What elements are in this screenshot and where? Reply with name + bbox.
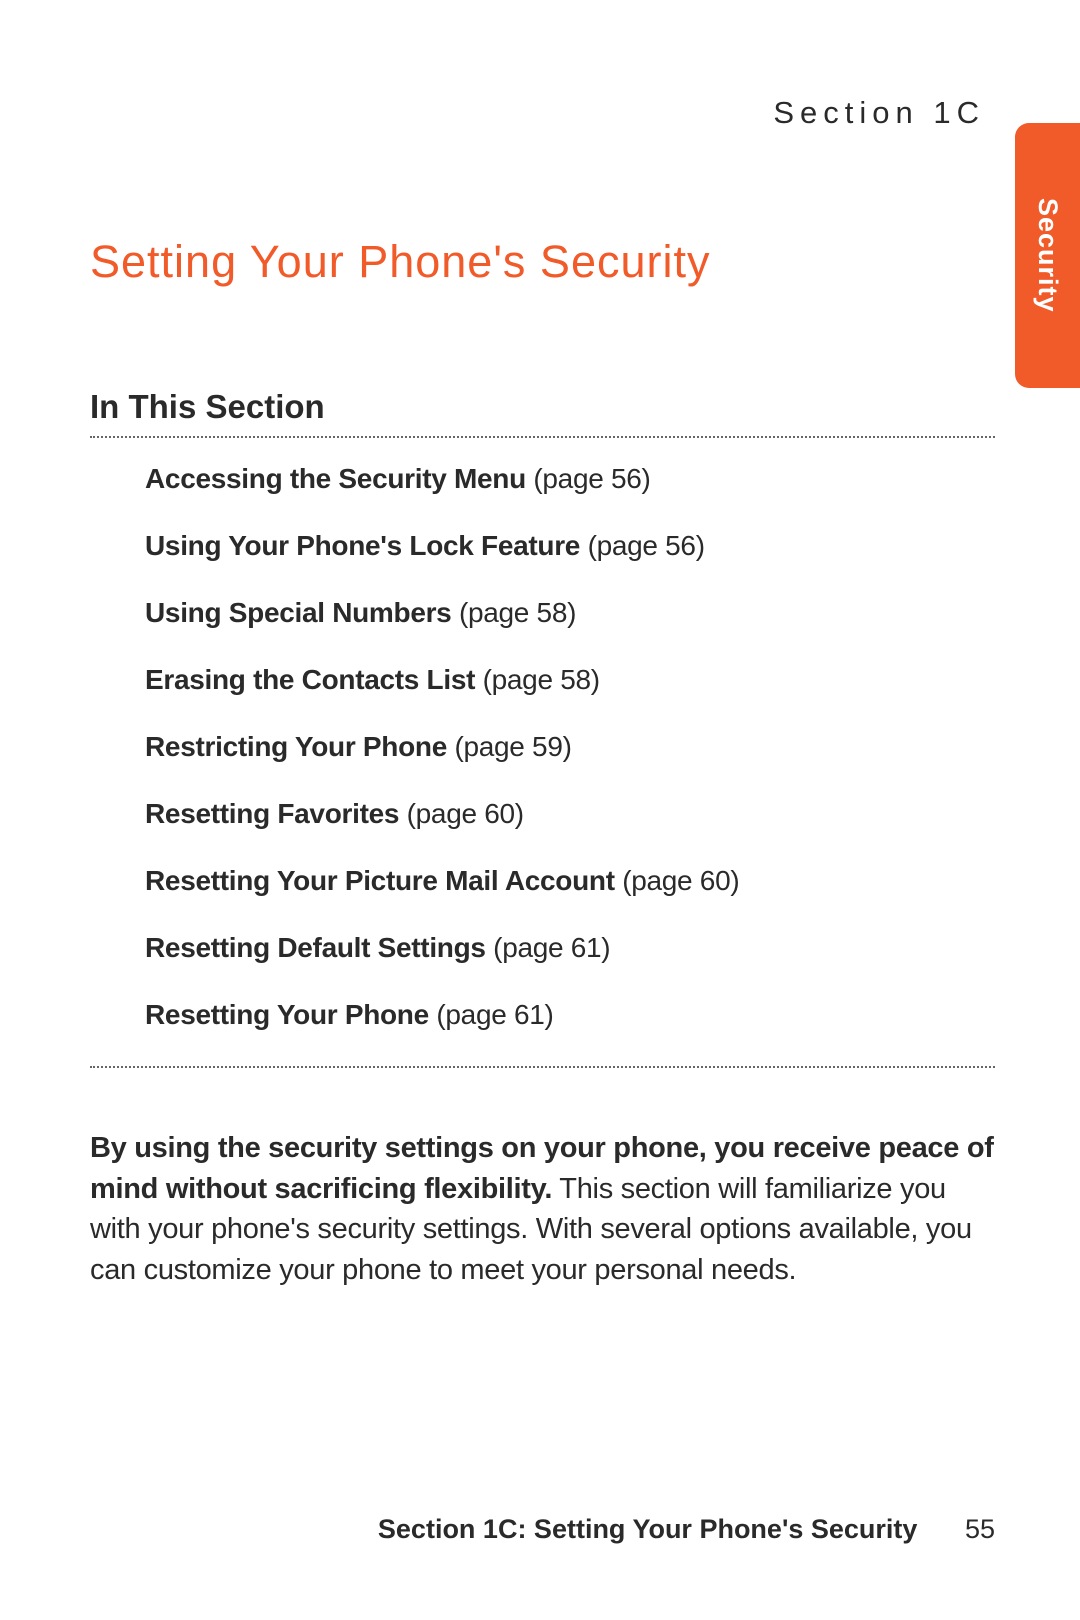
toc-item-title: Erasing the Contacts List bbox=[145, 664, 475, 695]
toc-item-title: Resetting Your Picture Mail Account bbox=[145, 865, 615, 896]
toc-item-title: Using Your Phone's Lock Feature bbox=[145, 530, 580, 561]
toc-item: Resetting Your Phone (page 61) bbox=[145, 999, 995, 1031]
toc-item: Restricting Your Phone (page 59) bbox=[145, 731, 995, 763]
toc-item: Resetting Favorites (page 60) bbox=[145, 798, 995, 830]
toc-item: Using Your Phone's Lock Feature (page 56… bbox=[145, 530, 995, 562]
toc-list: Accessing the Security Menu (page 56) Us… bbox=[90, 463, 995, 1031]
toc-item-page: (page 61) bbox=[436, 999, 553, 1030]
toc-item-title: Resetting Default Settings bbox=[145, 932, 486, 963]
intro-paragraph: By using the security settings on your p… bbox=[90, 1128, 995, 1290]
toc-item-page: (page 56) bbox=[533, 463, 650, 494]
in-this-section-heading: In This Section bbox=[90, 388, 995, 426]
toc-item-page: (page 59) bbox=[454, 731, 571, 762]
page-content: Section 1C Setting Your Phone's Security… bbox=[0, 0, 1080, 1620]
page-footer: Section 1C: Setting Your Phone's Securit… bbox=[378, 1514, 995, 1545]
toc-item-page: (page 61) bbox=[493, 932, 610, 963]
toc-item-page: (page 58) bbox=[483, 664, 600, 695]
footer-page-number: 55 bbox=[965, 1514, 995, 1544]
toc-item-page: (page 56) bbox=[588, 530, 705, 561]
toc-item-page: (page 60) bbox=[407, 798, 524, 829]
toc-item: Accessing the Security Menu (page 56) bbox=[145, 463, 995, 495]
dotted-divider-bottom bbox=[90, 1066, 995, 1068]
toc-item: Erasing the Contacts List (page 58) bbox=[145, 664, 995, 696]
toc-item: Resetting Your Picture Mail Account (pag… bbox=[145, 865, 995, 897]
toc-item-title: Accessing the Security Menu bbox=[145, 463, 526, 494]
toc-item: Using Special Numbers (page 58) bbox=[145, 597, 995, 629]
toc-item-title: Resetting Favorites bbox=[145, 798, 399, 829]
toc-item-title: Resetting Your Phone bbox=[145, 999, 429, 1030]
toc-item-title: Using Special Numbers bbox=[145, 597, 451, 628]
toc-item-page: (page 60) bbox=[622, 865, 739, 896]
toc-item-title: Restricting Your Phone bbox=[145, 731, 447, 762]
toc-item-page: (page 58) bbox=[459, 597, 576, 628]
section-label: Section 1C bbox=[90, 95, 995, 131]
footer-text: Section 1C: Setting Your Phone's Securit… bbox=[378, 1514, 918, 1544]
toc-item: Resetting Default Settings (page 61) bbox=[145, 932, 995, 964]
page-title: Setting Your Phone's Security bbox=[90, 236, 995, 288]
dotted-divider-top bbox=[90, 436, 995, 438]
